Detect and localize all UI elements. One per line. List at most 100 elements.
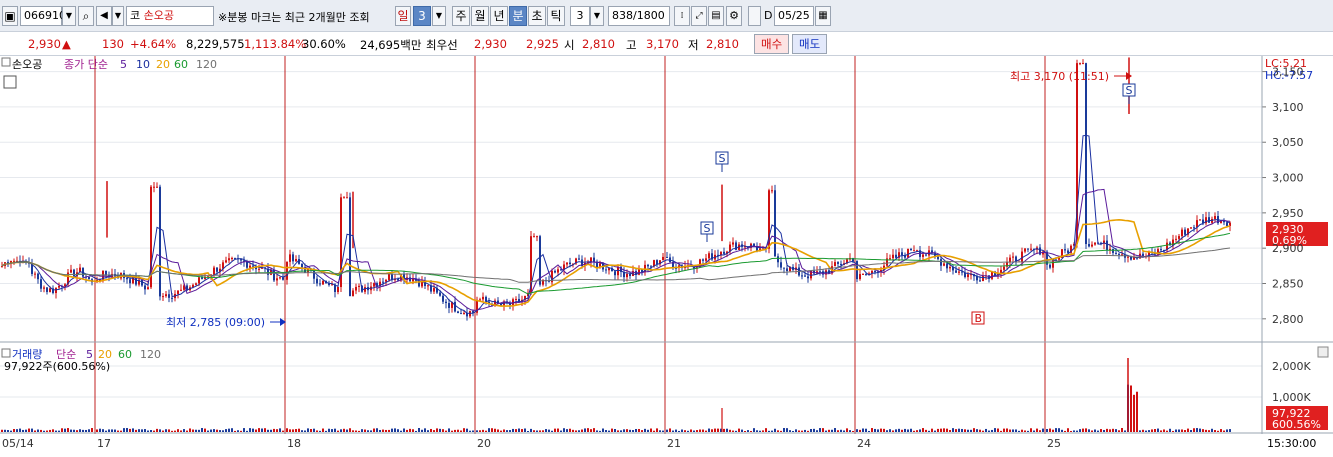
volume-bar — [34, 430, 36, 432]
candle-body — [286, 261, 288, 280]
candle-body — [225, 260, 227, 263]
volume-bar — [717, 428, 719, 432]
calendar-icon[interactable]: ▦ — [815, 6, 831, 26]
candle-body — [662, 256, 664, 261]
volume-bar — [31, 428, 33, 432]
best-label: 최우선 — [426, 38, 458, 52]
period-minute-button[interactable]: 분 — [509, 6, 527, 26]
code-dropdown-icon[interactable]: ▼ — [62, 6, 76, 26]
volume-bar — [13, 429, 15, 432]
volume-bar — [1042, 428, 1044, 432]
candle-body — [819, 271, 821, 273]
volume-bar — [400, 430, 402, 432]
stock-chart[interactable]: SSSB 손오공 종가 단순 5 10 20 60 120 LC:5.21 HC… — [0, 56, 1333, 457]
volume-bar — [1109, 429, 1111, 432]
candle-body — [37, 273, 39, 280]
price-change: 130 — [102, 37, 124, 51]
period-week-button[interactable]: 주 — [452, 6, 470, 26]
candle-body — [946, 263, 948, 269]
volume-bar — [334, 428, 336, 432]
volume-bar — [1021, 429, 1023, 432]
period-year-button[interactable]: 년 — [490, 6, 508, 26]
volume-bar — [195, 429, 197, 432]
count-value: 838 — [612, 9, 633, 22]
candle-body — [442, 295, 444, 302]
volume-bar — [726, 428, 728, 432]
volume-bar — [946, 428, 948, 432]
count-field[interactable]: 838/1800 — [608, 6, 670, 26]
volume-bar — [786, 428, 788, 432]
date-input[interactable]: 05/25 — [774, 6, 814, 26]
volume-bar — [295, 429, 297, 432]
volume-bar — [436, 428, 438, 432]
volume-bar — [180, 430, 182, 432]
volume-bar — [1000, 430, 1002, 432]
volume-bar — [1202, 429, 1204, 432]
volume-bar — [991, 429, 993, 432]
search-icon[interactable]: ⌕ — [78, 6, 94, 26]
volume-bar — [973, 428, 975, 432]
volume-bar — [539, 430, 541, 432]
volume-bar — [497, 429, 499, 432]
volume-bar — [240, 430, 242, 432]
candle-body — [705, 258, 707, 261]
volume-bar — [765, 428, 767, 432]
stock-name-field[interactable]: 코 손오공 — [126, 6, 214, 26]
volume-bar — [819, 428, 821, 432]
day-count-field[interactable]: 3 — [413, 6, 431, 26]
volume-bar — [177, 429, 179, 432]
volume-pct: 1,113.84% — [244, 37, 307, 51]
save-icon[interactable]: ▤ — [708, 6, 724, 26]
candle-body — [937, 256, 939, 260]
volume-bar — [463, 428, 465, 432]
volume-bar — [967, 429, 969, 432]
candle-body — [862, 273, 864, 275]
day-count-dropdown-icon[interactable]: ▼ — [432, 6, 446, 26]
period-day-button[interactable]: 일 — [395, 6, 411, 26]
date-checkbox[interactable] — [748, 6, 761, 26]
volume-bar — [608, 430, 610, 432]
candle-type-icon[interactable]: ⁞ — [674, 6, 690, 26]
price-tick-3: 3,000 — [1272, 172, 1304, 185]
period-month-button[interactable]: 월 — [471, 6, 489, 26]
volume-bar — [916, 430, 918, 432]
volume-bar — [578, 430, 580, 432]
x-label-5: 24 — [857, 437, 871, 450]
volume-bar — [1103, 429, 1105, 432]
low-price: 2,810 — [706, 37, 739, 51]
volume-bar — [261, 428, 263, 432]
stock-code-input[interactable]: 066910 — [20, 6, 66, 26]
volume-bar — [922, 428, 924, 432]
sell-button[interactable]: 매도 — [792, 34, 828, 54]
buy-button[interactable]: 매수 — [754, 34, 790, 54]
open-label: 시 — [564, 38, 575, 52]
volume-panel-scroll-icon[interactable] — [1317, 346, 1329, 358]
candle-body — [479, 299, 481, 301]
candle-body — [536, 236, 538, 238]
speaker-icon[interactable]: ◀ — [96, 6, 112, 26]
menu-icon[interactable]: ▣ — [2, 6, 18, 26]
gear-icon[interactable]: ⚙ — [726, 6, 742, 26]
volume-bar — [1172, 430, 1174, 432]
volume-bar — [289, 429, 291, 432]
candle-body — [777, 256, 779, 263]
volume-bar — [735, 430, 737, 432]
candle-body — [1160, 249, 1162, 251]
volume-bar — [10, 430, 12, 432]
speaker-dropdown-icon[interactable]: ▼ — [112, 6, 124, 26]
volume-bar — [102, 429, 104, 432]
candle-body — [702, 259, 704, 261]
volume-bar — [379, 429, 381, 432]
indicator-icon[interactable]: ⤢ — [691, 6, 707, 26]
candle-body — [70, 269, 72, 273]
volume-bar — [859, 429, 861, 432]
candle-body — [382, 281, 384, 283]
candle-body — [49, 288, 51, 292]
candle-body — [129, 279, 131, 284]
period-second-button[interactable]: 초 — [528, 6, 546, 26]
candle-body — [457, 311, 459, 314]
interval-input[interactable]: 3 — [570, 6, 590, 26]
period-tick-button[interactable]: 틱 — [547, 6, 565, 26]
candle-body — [557, 269, 559, 273]
interval-dropdown-icon[interactable]: ▼ — [590, 6, 604, 26]
